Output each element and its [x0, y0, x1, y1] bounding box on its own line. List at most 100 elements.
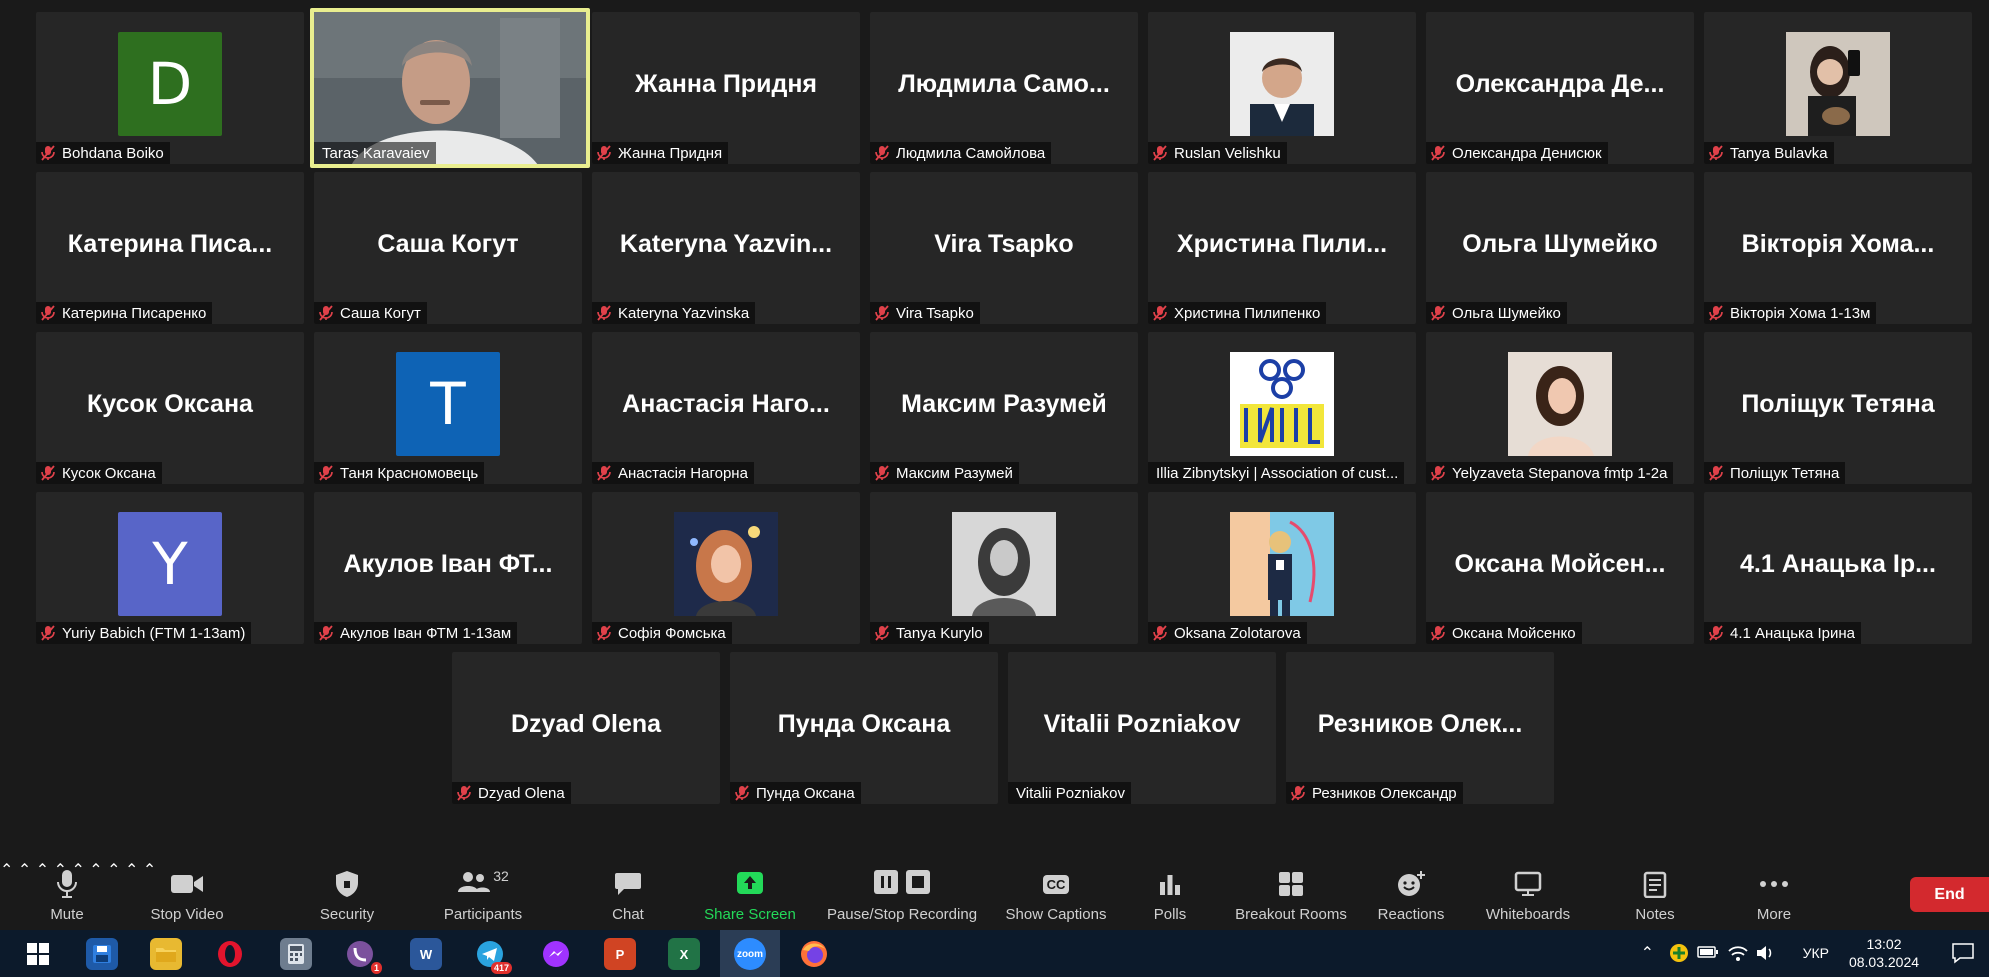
participants-button[interactable]: 32 Participants — [440, 868, 526, 923]
participant-tile[interactable]: Жанна Придня Жанна Придня — [592, 12, 860, 164]
wifi-icon[interactable] — [1727, 943, 1749, 966]
word-icon[interactable]: W — [410, 938, 442, 970]
participant-tile[interactable]: Саша Когут Саша Когут — [314, 172, 582, 324]
telegram-icon[interactable]: 417 — [474, 938, 512, 974]
viber-icon[interactable]: 1 — [344, 938, 382, 974]
muted-microphone-icon — [318, 625, 334, 641]
participant-tile[interactable]: Y Yuriy Babich (FTM 1-13am) — [36, 492, 304, 644]
powerpoint-icon[interactable]: P — [604, 938, 636, 970]
participant-tile[interactable]: Oksana Zolotarova — [1148, 492, 1416, 644]
participant-tile[interactable]: Оксана Мойсен... Оксана Мойсенко — [1426, 492, 1694, 644]
participant-tile[interactable]: Ruslan Velishku — [1148, 12, 1416, 164]
participant-tile[interactable]: 4.1 Анацька Ір... 4.1 Анацька Ірина — [1704, 492, 1972, 644]
participant-tile[interactable]: Yelyzaveta Stepanova fmtp 1-2a — [1426, 332, 1694, 484]
messenger-icon[interactable] — [540, 938, 572, 970]
participant-tile[interactable]: Людмила Само... Людмила Самойлова — [870, 12, 1138, 164]
participant-tile[interactable]: Катерина Писа... Катерина Писаренко — [36, 172, 304, 324]
participant-tile[interactable]: Tanya Kurylo — [870, 492, 1138, 644]
muted-microphone-icon — [1290, 785, 1306, 801]
participant-tile[interactable]: Vira Tsapko Vira Tsapko — [870, 172, 1138, 324]
participant-tile[interactable]: Пунда Оксана Пунда Оксана — [730, 652, 998, 804]
mute-options-caret-icon[interactable]: ⌃ — [0, 862, 13, 879]
participant-tile[interactable]: Акулов Іван ФТ... Акулов Іван ФТМ 1-13ам — [314, 492, 582, 644]
participant-tile[interactable]: Резников Олек... Резников Олександр — [1286, 652, 1554, 804]
share-screen-button[interactable]: Share Screen — [702, 868, 798, 923]
participant-name-label: Олександра Денисюк — [1426, 142, 1608, 164]
profile-photo — [1230, 512, 1334, 616]
participant-tile[interactable]: D Bohdana Boiko — [36, 12, 304, 164]
microphone-icon — [40, 868, 94, 900]
participant-tile[interactable]: Максим Разумей Максим Разумей — [870, 332, 1138, 484]
initial-avatar: D — [118, 32, 222, 136]
participant-tile[interactable]: Illia Zibnytskyi | Association of cust..… — [1148, 332, 1416, 484]
participant-display-name: 4.1 Анацька Ір... — [1740, 550, 1936, 579]
keyboard-language[interactable]: УКР — [1803, 945, 1829, 961]
participant-name-label: Оксана Мойсенко — [1426, 622, 1582, 644]
participant-tile[interactable]: Христина Пили... Христина Пилипенко — [1148, 172, 1416, 324]
pause-stop-recording-button[interactable]: Pause/Stop Recording — [822, 868, 982, 923]
save-disk-icon[interactable] — [86, 938, 118, 970]
security-status-icon[interactable] — [1669, 943, 1689, 966]
notifications-icon[interactable] — [1951, 942, 1975, 967]
participant-tile[interactable]: Анастасія Наго... Анастасія Нагорна — [592, 332, 860, 484]
stop-video-button[interactable]: Stop Video — [146, 868, 228, 923]
participant-tile[interactable]: Taras Karavaiev — [310, 8, 590, 168]
participant-name-label: Пунда Оксана — [730, 782, 861, 804]
participant-name-label: Taras Karavaiev — [314, 142, 436, 164]
whiteboards-options-caret-icon[interactable]: ⌃ — [125, 862, 138, 879]
participant-tile[interactable]: Олександра Де... Олександра Денисюк — [1426, 12, 1694, 164]
breakout-rooms-button[interactable]: Breakout Rooms — [1232, 868, 1350, 923]
participant-tile[interactable]: T Таня Красномовець — [314, 332, 582, 484]
participant-tile[interactable]: Кусок Оксана Кусок Оксана — [36, 332, 304, 484]
participant-tile[interactable]: Ольга Шумейко Ольга Шумейко — [1426, 172, 1694, 324]
participant-tile[interactable]: Поліщук Тетяна Поліщук Тетяна — [1704, 332, 1972, 484]
participant-name: Резников Олександр — [1312, 784, 1457, 802]
zoom-icon[interactable]: zoom — [734, 938, 766, 970]
more-button[interactable]: More — [1752, 868, 1796, 923]
participant-name-label: Tanya Bulavka — [1704, 142, 1834, 164]
clock-date: 08.03.2024 — [1848, 954, 1920, 970]
calculator-icon[interactable] — [280, 938, 312, 970]
show-captions-button[interactable]: CC Show Captions — [1002, 868, 1110, 923]
excel-icon[interactable]: X — [668, 938, 700, 970]
clock[interactable]: 13:02 08.03.2024 — [1839, 935, 1929, 971]
chat-button[interactable]: Chat — [610, 868, 646, 923]
notes-button[interactable]: Notes — [1630, 868, 1680, 923]
show-hidden-icons-chevron-icon[interactable]: ⌃ — [1641, 943, 1654, 963]
end-meeting-button[interactable]: End — [1910, 877, 1989, 912]
muted-microphone-icon — [1708, 145, 1724, 161]
reactions-button[interactable]: Reactions — [1376, 868, 1446, 923]
participant-display-name: Максим Разумей — [901, 390, 1107, 419]
participant-name-label: Саша Когут — [314, 302, 427, 324]
whiteboards-button[interactable]: Whiteboards — [1480, 868, 1576, 923]
mute-button[interactable]: Mute — [40, 868, 94, 923]
participant-tile[interactable]: Vitalii Pozniakov Vitalii Pozniakov — [1008, 652, 1276, 804]
participant-name: Максим Разумей — [896, 464, 1013, 482]
windows-taskbar: 1 W 417 P X zoom ⌃ УКР 13:02 08.03.2024 — [0, 930, 1989, 977]
participant-name: Акулов Іван ФТМ 1-13ам — [340, 624, 512, 642]
participant-tile[interactable]: Tanya Bulavka — [1704, 12, 1972, 164]
firefox-icon[interactable] — [798, 938, 830, 970]
participant-tile[interactable]: Dzyad Olena Dzyad Olena — [452, 652, 720, 804]
participant-name: Yelyzaveta Stepanova fmtp 1-2a — [1452, 464, 1668, 482]
participant-display-name: Kateryna Yazvin... — [619, 230, 833, 259]
battery-icon[interactable] — [1697, 945, 1719, 962]
reactions-options-caret-icon[interactable]: ⌃ — [107, 862, 120, 879]
participant-name-label: Людмила Самойлова — [870, 142, 1052, 164]
participant-display-name: Кусок Оксана — [87, 390, 253, 419]
volume-icon[interactable] — [1755, 943, 1777, 966]
windows-start-icon[interactable] — [22, 938, 54, 970]
polls-button[interactable]: Polls — [1150, 868, 1190, 923]
file-explorer-icon[interactable] — [150, 938, 182, 970]
participant-name-label: Oksana Zolotarova — [1148, 622, 1307, 644]
security-button[interactable]: Security — [316, 868, 378, 923]
breakout-grid-icon — [1232, 868, 1350, 900]
profile-photo — [1230, 352, 1334, 456]
participant-name-label: Bohdana Boiko — [36, 142, 170, 164]
participant-tile[interactable]: Вікторія Хома... Вікторія Хома 1-13м — [1704, 172, 1972, 324]
participant-name: Bohdana Boiko — [62, 144, 164, 162]
opera-browser-icon[interactable] — [214, 938, 246, 970]
video-options-caret-icon[interactable]: ⌃ — [18, 862, 31, 879]
participant-tile[interactable]: Софія Фомська — [592, 492, 860, 644]
participant-tile[interactable]: Kateryna Yazvin... Kateryna Yazvinska — [592, 172, 860, 324]
